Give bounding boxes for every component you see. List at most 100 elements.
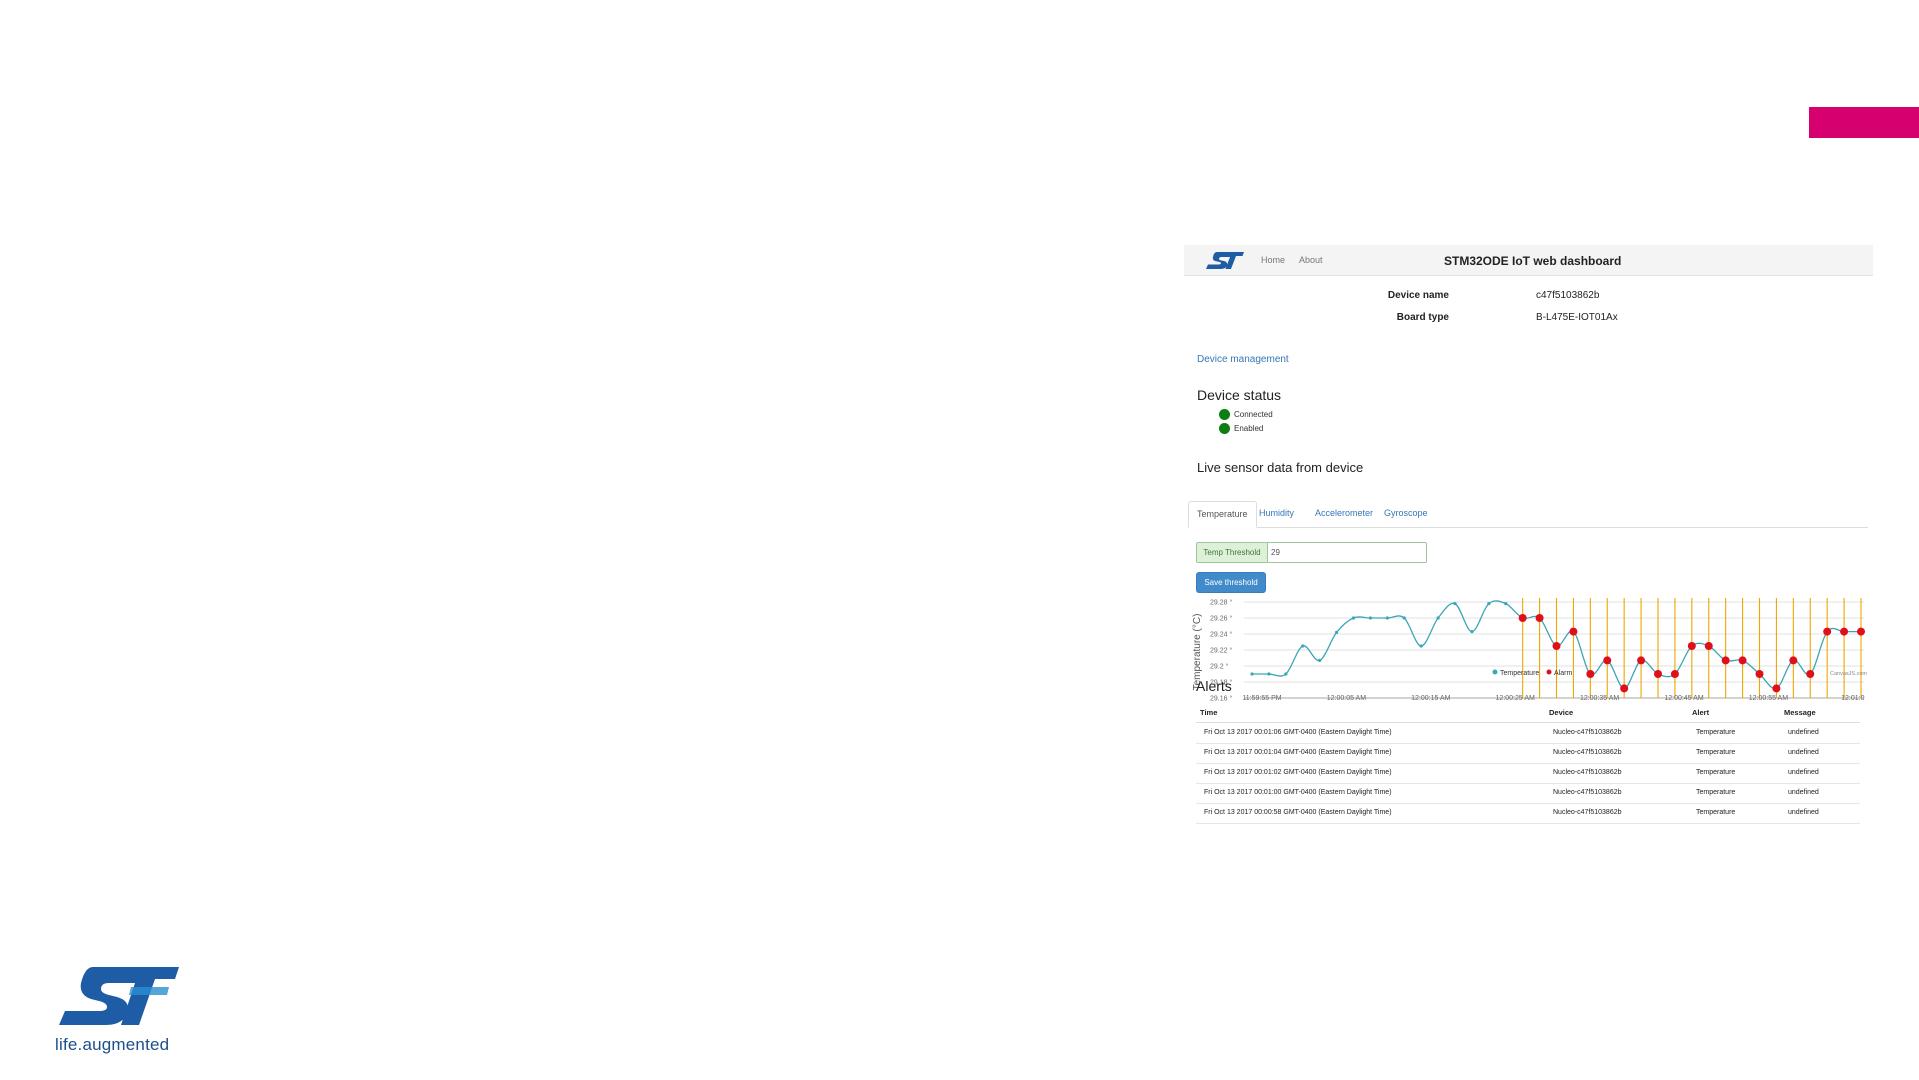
cell-time: Fri Oct 13 2017 00:00:58 GMT-0400 (Easte… xyxy=(1204,809,1392,816)
st-brand-logo: life.augmented xyxy=(55,965,185,1055)
device-status-heading: Device status xyxy=(1197,387,1282,403)
temperature-point xyxy=(1402,616,1406,620)
cell-message: undefined xyxy=(1788,729,1819,736)
temperature-point xyxy=(1487,602,1491,606)
status-connected: Connected xyxy=(1219,408,1273,420)
cell-device: Nucleo-c47f5103862b xyxy=(1553,729,1622,736)
table-row: Fri Oct 13 2017 00:00:58 GMT-0400 (Easte… xyxy=(1196,803,1860,824)
nav-about-link[interactable]: About xyxy=(1299,255,1323,265)
cell-alert: Temperature xyxy=(1696,789,1736,796)
cell-time: Fri Oct 13 2017 00:01:04 GMT-0400 (Easte… xyxy=(1204,749,1392,756)
temperature-point xyxy=(1436,616,1440,620)
y-tick-label: 29.22 ° xyxy=(1210,647,1232,655)
legend-alarm-icon xyxy=(1546,669,1552,675)
alarm-point xyxy=(1620,684,1629,693)
cell-time: Fri Oct 13 2017 00:01:00 GMT-0400 (Easte… xyxy=(1204,789,1392,796)
nav-home-link[interactable]: Home xyxy=(1261,255,1285,265)
x-tick-label: 12:00:05 AM xyxy=(1327,695,1366,702)
alarm-point xyxy=(1789,656,1798,665)
x-tick-label: 12:00:35 AM xyxy=(1580,695,1619,702)
cell-device: Nucleo-c47f5103862b xyxy=(1553,749,1622,756)
temperature-point xyxy=(1419,644,1423,648)
cell-message: undefined xyxy=(1788,749,1819,756)
tagline: life.augmented xyxy=(55,1035,170,1054)
board-type-label: Board type xyxy=(1396,312,1449,323)
col-device: Device xyxy=(1549,708,1574,717)
alarm-point xyxy=(1823,627,1832,636)
alerts-heading: Alerts xyxy=(1196,678,1232,694)
x-tick-label: 12:00:25 AM xyxy=(1496,695,1535,702)
tab-temperature[interactable]: Temperature xyxy=(1188,501,1257,528)
st-logo-icon[interactable] xyxy=(1206,252,1244,269)
temperature-point xyxy=(1334,630,1339,634)
dashboard-title: STM32ODE IoT web dashboard xyxy=(1444,254,1622,268)
alarm-point xyxy=(1637,656,1646,665)
x-tick-label: 12:00:15 AM xyxy=(1411,695,1450,702)
legend-temperature: Temperature xyxy=(1500,670,1539,677)
device-management-link[interactable]: Device management xyxy=(1197,354,1289,365)
alarm-point xyxy=(1569,627,1578,636)
y-tick-label: 29.16 ° xyxy=(1210,695,1232,703)
temperature-point xyxy=(1385,616,1389,620)
cell-message: undefined xyxy=(1788,809,1819,816)
alarm-point xyxy=(1535,614,1544,622)
alarm-point xyxy=(1840,627,1849,636)
temperature-point xyxy=(1301,644,1305,648)
col-alert: Alert xyxy=(1692,708,1710,717)
col-time: Time xyxy=(1200,708,1218,717)
cell-device: Nucleo-c47f5103862b xyxy=(1553,809,1622,816)
x-tick-labels: 11:59:55 PM 12:00:05 AM 12:00:15 AM 12:00:2… xyxy=(1242,695,1864,702)
temperature-chart: 29.16 °29.18 °29.2 °29.22 °29.24 °29.26 … xyxy=(1192,598,1865,703)
save-threshold-button[interactable]: Save threshold xyxy=(1196,572,1266,593)
cell-message: undefined xyxy=(1788,769,1819,776)
threshold-input-group: Temp Threshold xyxy=(1196,542,1427,563)
y-tick-label: 29.28 ° xyxy=(1210,599,1232,607)
temperature-point xyxy=(1318,658,1322,662)
threshold-label: Temp Threshold xyxy=(1197,543,1268,562)
table-header: Time Device Alert Message xyxy=(1196,704,1860,723)
alarm-point xyxy=(1603,656,1612,665)
status-label: Connected xyxy=(1234,409,1273,419)
cell-alert: Temperature xyxy=(1696,729,1736,736)
cell-alert: Temperature xyxy=(1696,769,1736,776)
alarm-point xyxy=(1687,642,1696,650)
temperature-point xyxy=(1470,630,1474,634)
chart-legend: Temperature Alarm CanvasJS.com xyxy=(1492,669,1867,677)
alarm-point xyxy=(1552,642,1561,650)
chart-watermark: CanvasJS.com xyxy=(1830,671,1867,677)
device-name-value: c47f5103862b xyxy=(1536,290,1600,301)
alarm-point xyxy=(1857,627,1865,636)
tab-gyroscope[interactable]: Gyroscope xyxy=(1384,501,1428,526)
col-message: Message xyxy=(1784,708,1816,717)
board-type-value: B-L475E-IOT01Ax xyxy=(1536,312,1618,323)
x-tick-label: 12:00:45 AM xyxy=(1664,695,1703,702)
tab-humidity[interactable]: Humidity xyxy=(1259,501,1294,526)
tab-accelerometer[interactable]: Accelerometer xyxy=(1315,501,1373,526)
navbar: Home About STM32ODE IoT web dashboard xyxy=(1184,245,1873,276)
legend-temperature-icon xyxy=(1492,669,1498,675)
table-row: Fri Oct 13 2017 00:01:04 GMT-0400 (Easte… xyxy=(1196,743,1860,764)
temperature-point xyxy=(1368,616,1373,620)
temperature-point xyxy=(1351,616,1356,620)
device-name-label: Device name xyxy=(1387,290,1449,301)
alarm-point xyxy=(1721,656,1730,665)
status-label: Enabled xyxy=(1234,423,1264,433)
alarm-point xyxy=(1704,642,1713,650)
sensor-tabs: Temperature Humidity Accelerometer Gyros… xyxy=(1188,501,1868,528)
legend-alarm: Alarm xyxy=(1554,670,1572,677)
live-data-heading: Live sensor data from device xyxy=(1197,460,1364,475)
temperature-point xyxy=(1453,602,1457,606)
table-row: Fri Oct 13 2017 00:01:00 GMT-0400 (Easte… xyxy=(1196,783,1860,804)
cell-alert: Temperature xyxy=(1696,809,1736,816)
y-tick-label: 29.24 ° xyxy=(1210,631,1232,639)
y-tick-label: 29.26 ° xyxy=(1210,615,1232,623)
status-enabled: Enabled xyxy=(1219,422,1263,434)
status-dot-icon xyxy=(1219,408,1230,420)
table-row: Fri Oct 13 2017 00:01:06 GMT-0400 (Easte… xyxy=(1196,723,1860,744)
cell-message: undefined xyxy=(1788,789,1819,796)
table-row: Fri Oct 13 2017 00:01:02 GMT-0400 (Easte… xyxy=(1196,763,1860,784)
threshold-input[interactable] xyxy=(1269,544,1423,561)
x-tick-label: 12:00:55 AM xyxy=(1749,695,1788,702)
alarm-point xyxy=(1772,684,1781,693)
cell-device: Nucleo-c47f5103862b xyxy=(1553,769,1622,776)
